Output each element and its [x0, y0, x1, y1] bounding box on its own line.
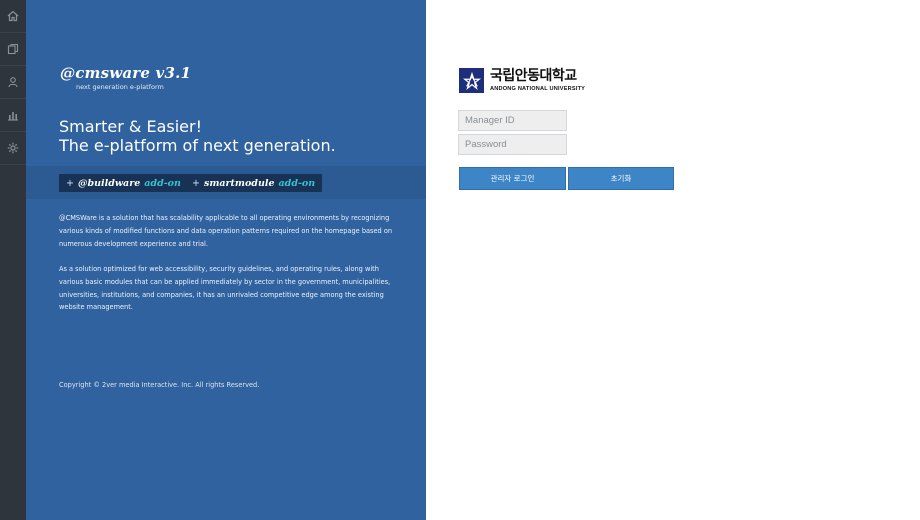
gear-icon: [7, 139, 19, 158]
logo-text: @cmsware v3.1: [60, 64, 192, 82]
addon-tag: add-on: [278, 177, 316, 189]
addon-smartmodule[interactable]: + smartmodule add-on: [185, 174, 323, 192]
addon-tag: add-on: [144, 177, 181, 189]
copy-icon: [7, 40, 19, 59]
reset-button[interactable]: 초기화: [568, 167, 674, 190]
home-icon: [7, 7, 19, 26]
sidebar-item-copy[interactable]: [0, 33, 26, 66]
addon-buildware[interactable]: + @buildware add-on: [59, 174, 188, 192]
university-logo: 국립안동대학교 ANDONG NATIONAL UNIVERSITY: [459, 68, 585, 93]
description-paragraph-1: @CMSWare is a solution that has scalabil…: [59, 214, 393, 248]
admin-login-button[interactable]: 관리자 로그인: [459, 167, 566, 190]
university-emblem-icon: [459, 68, 484, 93]
logo-tagline: next generation e-platform: [76, 83, 164, 91]
brand-logo: @cmsware v3.1 next generation e-platform: [60, 64, 191, 91]
sidebar-item-home[interactable]: [0, 0, 26, 33]
headline: Smarter & Easier! The e-platform of next…: [59, 117, 336, 155]
manager-id-input[interactable]: [458, 110, 567, 131]
headline-line-1: Smarter & Easier!: [59, 117, 202, 136]
user-icon: [7, 73, 19, 92]
university-name-kr: 국립안동대학교: [490, 68, 577, 84]
password-input[interactable]: [458, 134, 567, 155]
sidebar-item-user[interactable]: [0, 66, 26, 99]
addon-band: + @buildware add-on + smartmodule add-on: [26, 166, 426, 199]
chart-icon: [7, 106, 19, 125]
description-paragraph-2: As a solution optimized for web accessib…: [59, 265, 391, 312]
headline-line-2: The e-platform of next generation.: [59, 136, 336, 155]
university-name-en: ANDONG NATIONAL UNIVERSITY: [490, 86, 586, 92]
intro-panel: @cmsware v3.1 next generation e-platform…: [26, 0, 426, 520]
sidebar-item-settings[interactable]: [0, 132, 26, 165]
plus-icon: +: [192, 177, 200, 189]
plus-icon: +: [66, 177, 74, 189]
addon-name: @buildware: [77, 177, 141, 189]
copyright: Copyright © 2ver media Interactive. Inc.…: [59, 381, 260, 389]
icon-sidebar: [0, 0, 26, 520]
addon-name: smartmodule: [203, 177, 275, 189]
sidebar-item-chart[interactable]: [0, 99, 26, 132]
